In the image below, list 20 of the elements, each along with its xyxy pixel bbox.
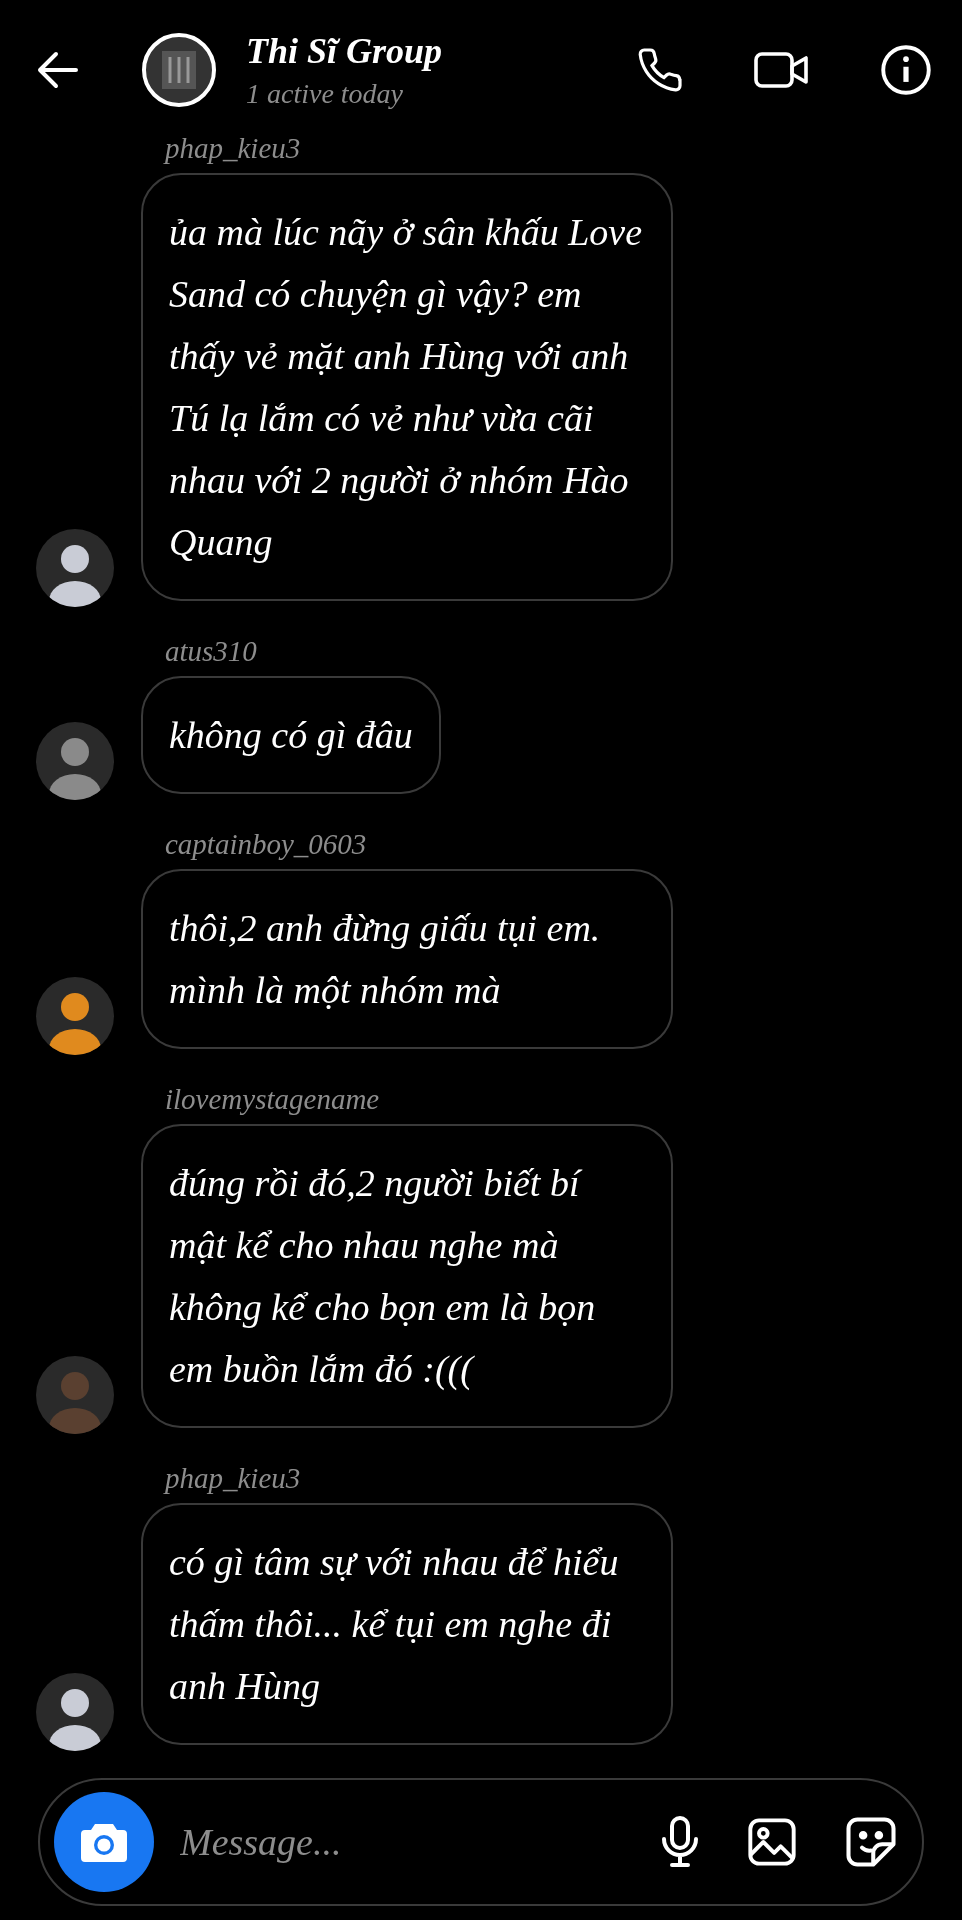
active-status: 1 active today [246, 78, 405, 110]
info-icon[interactable] [880, 44, 932, 96]
message-bubble: đúng rồi đó,2 người biết bí mật kể cho nhau nghe mà không kể cho bọn em là bọn em buồn lắm đó :((( [141, 1124, 673, 1428]
sender-name: captainboy_0603 [165, 828, 368, 861]
camera-button[interactable] [54, 1792, 154, 1892]
message-field[interactable]: Message... [178, 1819, 660, 1865]
sender-name: atus310 [165, 635, 258, 668]
message-bubble: thôi,2 anh đừng giấu tụi em. mình là một nhóm mà [141, 869, 673, 1049]
microphone-icon[interactable] [660, 1815, 700, 1869]
sender-name: phap_kieu3 [165, 1462, 302, 1495]
message-bubble: có gì tâm sự với nhau để hiểu thấm thôi... kể tụi em nghe đi anh Hùng [141, 1503, 673, 1745]
phone-icon[interactable] [636, 46, 684, 94]
sender-name: phap_kieu3 [165, 132, 302, 165]
sticker-icon[interactable] [844, 1815, 898, 1869]
message-bubble: không có gì đâu [141, 676, 441, 794]
chat-title: Thi Sĩ Group [246, 30, 444, 72]
message-bubble: ủa mà lúc nãy ở sân khấu Love Sand có chuyện gì vậy? em thấy vẻ mặt anh Hùng với anh Tú lạ lắm có vẻ như vừa cãi nhau với 2 người ở nhóm Hào Quang [141, 173, 673, 601]
image-icon[interactable] [746, 1816, 798, 1868]
sender-name: ilovemystagename [165, 1083, 381, 1116]
back-button[interactable] [36, 50, 80, 90]
